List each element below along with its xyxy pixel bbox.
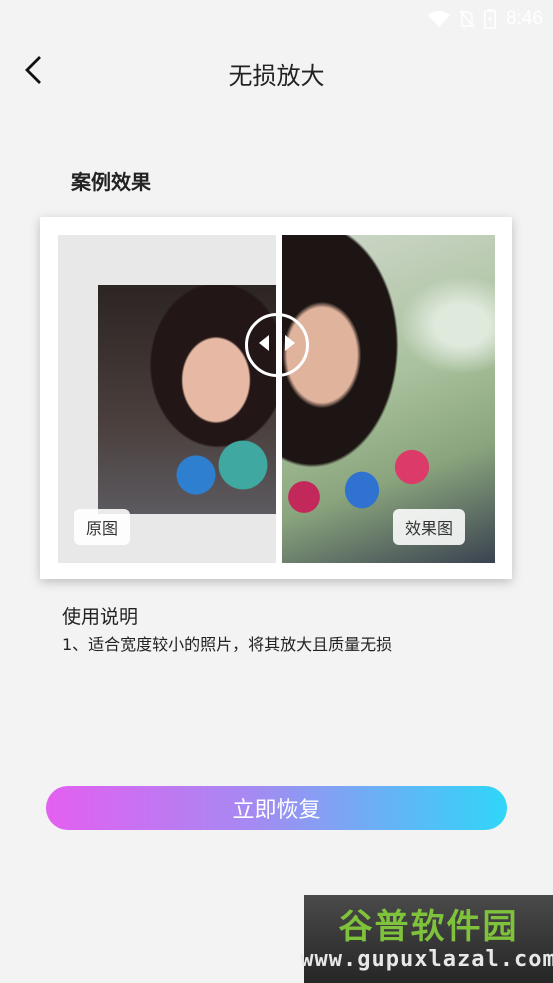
before-label: 原图 (74, 509, 131, 545)
page-title: 无损放大 (228, 62, 325, 90)
no-sim-icon (460, 10, 475, 28)
restore-button[interactable]: 立即恢复 (46, 786, 507, 830)
compare-divider[interactable] (276, 235, 282, 563)
watermark: 谷普软件园 www.gupuxlazal.com (300, 895, 553, 983)
after-label: 效果图 (393, 509, 466, 545)
compare-arrows-icon (257, 333, 297, 357)
battery-icon (484, 9, 497, 29)
status-bar: 8:46 (0, 0, 553, 38)
usage-text: 1、适合宽度较小的照片，将其放大且质量无损 (62, 635, 393, 654)
watermark-url: www.gupuxlazal.com (300, 946, 553, 972)
top-bar: 无损放大 (0, 44, 553, 100)
before-photo (98, 285, 276, 514)
compare-handle[interactable] (245, 313, 309, 377)
section-title: 案例效果 (71, 170, 151, 194)
status-time: 8:46 (506, 8, 543, 29)
example-card: 原图 效果图 (40, 217, 512, 579)
wifi-icon (428, 10, 451, 28)
watermark-brand: 谷普软件园 (338, 907, 519, 946)
usage-title: 使用说明 (62, 606, 139, 628)
